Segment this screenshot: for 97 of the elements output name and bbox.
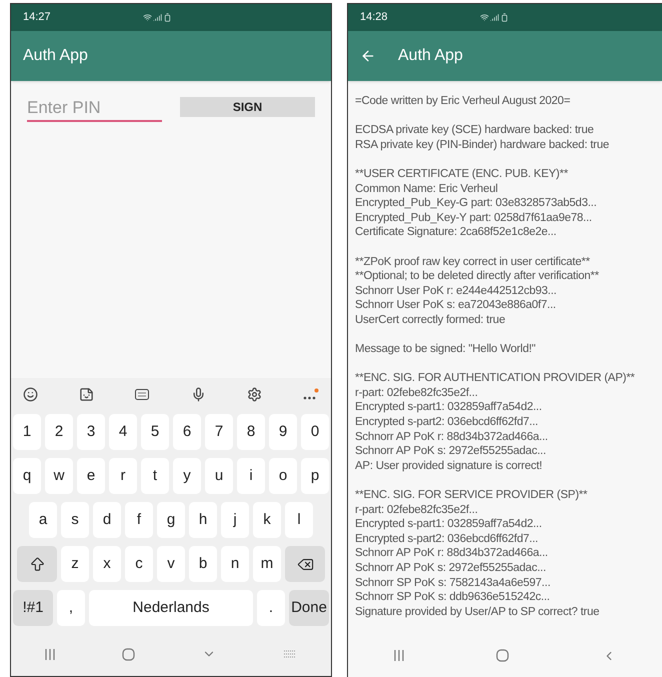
keyboard-key[interactable]: 8 (237, 414, 265, 450)
output-line: **Optional; to be deleted directly after verification** (355, 269, 599, 284)
keyboard-key[interactable]: c (125, 546, 153, 582)
keyboard-key[interactable]: k (253, 502, 281, 538)
keyboard-key[interactable]: a (29, 502, 57, 538)
output-line: **USER CERTIFICATE (ENC. PUB. KEY)** (355, 166, 568, 182)
signal-icon (490, 13, 499, 22)
keyboard-key[interactable]: t (141, 458, 169, 494)
status-time: 14:27 (23, 10, 52, 26)
keyboard-key[interactable]: v (157, 546, 185, 582)
more-icon[interactable] (302, 388, 319, 400)
output-line: Encrypted s-part1: 032859aff7a54d2... (355, 517, 542, 532)
sticker-icon[interactable] (79, 386, 94, 402)
keyboard-key[interactable]: s (61, 502, 89, 538)
keyboard-key[interactable]: n (221, 546, 249, 582)
space-key[interactable]: Nederlands (89, 590, 253, 626)
output-line: Schnorr SP PoK s: ddb9636e515242c... (355, 590, 550, 605)
output-line: r-part: 02febe82fc35e2f... (355, 502, 478, 518)
keyboard-key[interactable]: z (61, 546, 89, 582)
output-line: Schnorr User PoK s: ea72043e886a0f7... (355, 298, 556, 313)
keyboard-key[interactable]: l (285, 502, 313, 538)
keyboard-key[interactable]: 0 (301, 414, 329, 450)
keyboard-key[interactable]: 2 (45, 414, 73, 450)
keyboard-key[interactable]: h (189, 502, 217, 538)
keyboard-key[interactable]: i (237, 458, 265, 494)
signal-icon (153, 13, 162, 22)
gif-icon[interactable] (135, 388, 150, 400)
keyboard-key[interactable]: j (221, 502, 249, 538)
output-line: **ENC. SIG. FOR SERVICE PROVIDER (SP)** (355, 488, 588, 503)
output-line: Schnorr SP PoK s: 7582143a4a6e597... (355, 576, 550, 590)
keyboard-key[interactable]: o (269, 458, 297, 494)
keyboard-key[interactable]: q (13, 458, 41, 494)
keyboard-key[interactable]: d (93, 502, 121, 538)
output-line: Encrypted s-part2: 036ebcd6ff62fd7... (355, 415, 538, 430)
keyboard-key[interactable]: g (157, 502, 185, 538)
keyboard-key[interactable]: 4 (109, 414, 137, 450)
app-title: Auth App (398, 46, 463, 66)
wifi-icon (480, 13, 489, 22)
output-line: **ENC. SIG. FOR AUTHENTICATION PROVIDER (AP)** (355, 371, 635, 386)
home-icon[interactable] (122, 648, 135, 660)
output-line: AP: User provided signature is correct! (355, 458, 542, 474)
emoji-icon[interactable] (23, 386, 38, 402)
keyboard-key[interactable]: . (257, 590, 285, 626)
shift-icon (28, 556, 46, 572)
keyboard-key[interactable]: p (301, 458, 329, 494)
output-line: Encrypted s-part1: 032859aff7a54d2... (355, 400, 542, 416)
keyboard-key[interactable]: b (189, 546, 217, 582)
keyboard-key[interactable]: x (93, 546, 121, 582)
done-key[interactable]: Done (289, 590, 329, 626)
keyboard-key[interactable]: 9 (269, 414, 297, 450)
keyboard-key[interactable]: 3 (77, 414, 105, 450)
output-line: Certificate Signature: 2ca68f52e1c8e2e... (355, 225, 556, 240)
keyboard-key[interactable]: e (77, 458, 105, 494)
output-line: Encrypted s-part2: 036ebcd6ff62fd7... (355, 532, 538, 546)
keyboard-key[interactable]: m (253, 546, 281, 582)
keyboard-key[interactable]: 7 (205, 414, 233, 450)
output-line: Schnorr AP PoK s: 2972ef55255adac... (355, 561, 546, 576)
keyboard-key[interactable]: 1 (13, 414, 41, 450)
output-line: UserCert correctly formed: true (355, 312, 506, 328)
back-icon[interactable] (360, 48, 376, 64)
keyboard-key[interactable]: 5 (141, 414, 169, 450)
shift-key[interactable] (17, 546, 57, 582)
keyboard-key[interactable]: , (57, 590, 85, 626)
output-line: **ZPoK proof raw key correct in user certificate** (355, 254, 590, 270)
app-title: Auth App (23, 46, 88, 66)
microphone-icon[interactable] (190, 386, 206, 402)
settings-icon[interactable] (246, 386, 262, 402)
output-line: Encrypted_Pub_Key-Y part: 0258d7f61aa9e78... (355, 210, 592, 226)
output-line: Schnorr User PoK r: e244e442512cb93... (355, 284, 556, 298)
status-time: 14:28 (360, 10, 389, 26)
output-line: Message to be signed: "Hello World!" (355, 342, 536, 357)
keyboard-key[interactable]: w (45, 458, 73, 494)
home-icon[interactable] (496, 649, 510, 662)
battery-icon (163, 13, 172, 22)
keyboard-key[interactable]: 6 (173, 414, 201, 450)
output-line: Schnorr AP PoK r: 88d34b372ad466a... (355, 546, 548, 561)
keyboard-key[interactable]: u (205, 458, 233, 494)
recent-apps-icon[interactable] (394, 650, 404, 662)
output-line: Schnorr AP PoK s: 2972ef55255adac... (355, 444, 546, 459)
pin-field[interactable]: Enter PIN (27, 95, 162, 122)
output-line: ECDSA private key (SCE) hardware backed: true (355, 123, 594, 138)
output-line: Encrypted_Pub_Key-G part: 03e8328573ab5d3... (355, 196, 597, 211)
keyboard-key[interactable]: f (125, 502, 153, 538)
keyboard-key[interactable]: y (173, 458, 201, 494)
symbols-key[interactable]: !#1 (13, 590, 53, 626)
output-line: r-part: 02febe82fc35e2f... (355, 386, 478, 400)
output-line: =Code written by Eric Verheul August 2020= (355, 94, 570, 109)
output-line: Schnorr AP PoK r: 88d34b372ad466a... (355, 430, 548, 444)
output-line: Signature provided by User/AP to SP correct? true (355, 604, 600, 620)
recent-apps-icon[interactable] (44, 648, 55, 660)
output-line: RSA private key (PIN-Binder) hardware backed: true (355, 138, 610, 152)
wifi-icon (143, 13, 152, 22)
backspace-key[interactable] (285, 546, 325, 582)
output-line: Common Name: Eric Verheul (355, 182, 498, 196)
battery-icon (500, 13, 509, 22)
keyboard-key[interactable]: r (109, 458, 137, 494)
sign-button[interactable]: SIGN (180, 97, 315, 117)
